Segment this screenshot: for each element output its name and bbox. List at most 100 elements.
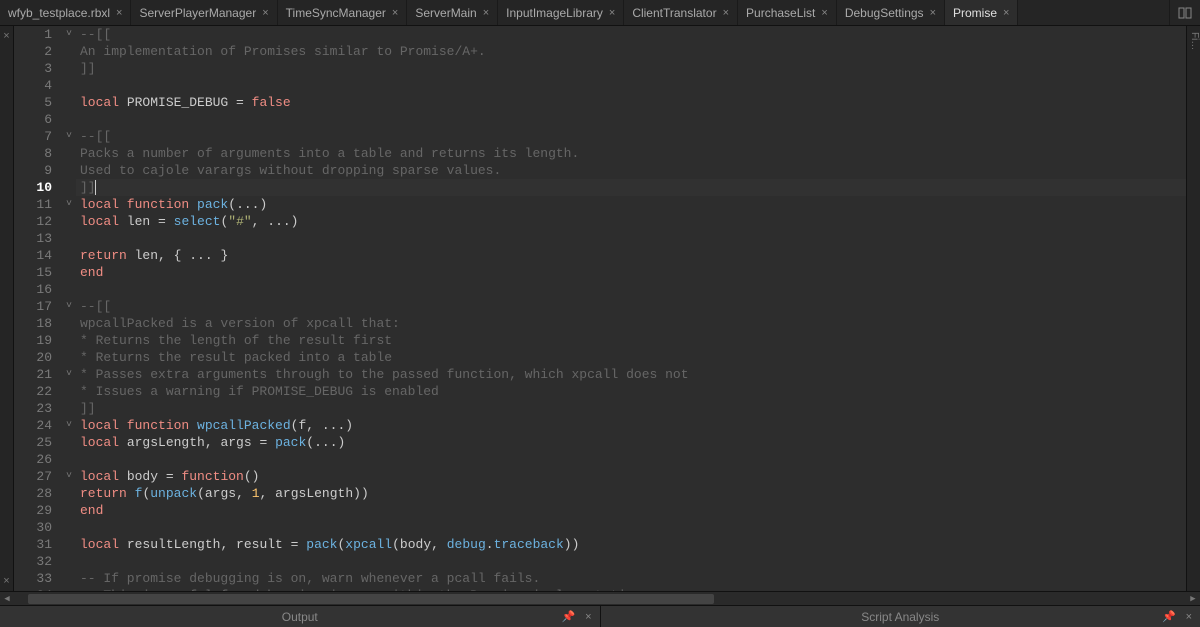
- code-text[interactable]: * Returns the result packed into a table: [76, 349, 1186, 366]
- scroll-thumb[interactable]: [28, 594, 714, 604]
- code-line[interactable]: 17˅--[[: [14, 298, 1186, 315]
- code-line[interactable]: 33 -- If promise debugging is on, warn w…: [14, 570, 1186, 587]
- tab-debugsettings[interactable]: DebugSettings×: [837, 0, 945, 25]
- code-line[interactable]: 22 * Issues a warning if PROMISE_DEBUG i…: [14, 383, 1186, 400]
- close-icon[interactable]: ×: [1003, 7, 1009, 19]
- code-area[interactable]: 1˅--[[2 An implementation of Promises si…: [14, 26, 1186, 591]
- code-text[interactable]: Packs a number of arguments into a table…: [76, 145, 1186, 162]
- code-line[interactable]: 23]]: [14, 400, 1186, 417]
- code-text[interactable]: * Issues a warning if PROMISE_DEBUG is e…: [76, 383, 1186, 400]
- horizontal-scrollbar[interactable]: ◀ ▶: [0, 591, 1200, 605]
- fold-marker[interactable]: ˅: [62, 128, 76, 145]
- code-text[interactable]: * Passes extra arguments through to the …: [76, 366, 1186, 383]
- code-text[interactable]: --[[: [76, 298, 1186, 315]
- code-line[interactable]: 26: [14, 451, 1186, 468]
- code-text[interactable]: Used to cajole varargs without dropping …: [76, 162, 1186, 179]
- code-line[interactable]: 1˅--[[: [14, 26, 1186, 43]
- code-text[interactable]: return len, { ... }: [76, 247, 1186, 264]
- code-line[interactable]: 29 end: [14, 502, 1186, 519]
- pin-icon[interactable]: 📌: [562, 610, 576, 623]
- code-line[interactable]: 16: [14, 281, 1186, 298]
- close-icon[interactable]: ×: [262, 7, 268, 19]
- right-dock-label[interactable]: Fi…: [1187, 26, 1200, 50]
- code-line[interactable]: 6: [14, 111, 1186, 128]
- code-line[interactable]: 4: [14, 77, 1186, 94]
- code-line[interactable]: 3]]: [14, 60, 1186, 77]
- code-text[interactable]: [76, 553, 1186, 570]
- fold-marker[interactable]: ˅: [62, 196, 76, 213]
- code-line[interactable]: 8 Packs a number of arguments into a tab…: [14, 145, 1186, 162]
- code-text[interactable]: [76, 519, 1186, 536]
- code-line[interactable]: 9 Used to cajole varargs without droppin…: [14, 162, 1186, 179]
- code-line[interactable]: 10]]: [14, 179, 1186, 196]
- code-line[interactable]: 32: [14, 553, 1186, 570]
- code-line[interactable]: 31 local resultLength, result = pack(xpc…: [14, 536, 1186, 553]
- code-line[interactable]: 28 return f(unpack(args, 1, argsLength)): [14, 485, 1186, 502]
- code-text[interactable]: local PROMISE_DEBUG = false: [76, 94, 1186, 111]
- tab-wfyb-testplace-rbxl[interactable]: wfyb_testplace.rbxl×: [0, 0, 131, 25]
- code-text[interactable]: local body = function(): [76, 468, 1186, 485]
- code-text[interactable]: -- If promise debugging is on, warn when…: [76, 570, 1186, 587]
- output-panel-tab[interactable]: Output 📌 ×: [0, 606, 601, 627]
- code-text[interactable]: -- This is useful for debugging issues w…: [76, 587, 1186, 591]
- close-icon[interactable]: ×: [821, 7, 827, 19]
- code-text[interactable]: ]]: [76, 60, 1186, 77]
- close-icon[interactable]: ×: [116, 7, 122, 19]
- code-line[interactable]: 20 * Returns the result packed into a ta…: [14, 349, 1186, 366]
- tab-promise[interactable]: Promise×: [945, 0, 1018, 25]
- code-line[interactable]: 14 return len, { ... }: [14, 247, 1186, 264]
- code-line[interactable]: 19 * Returns the length of the result fi…: [14, 332, 1186, 349]
- tab-inputimagelibrary[interactable]: InputImageLibrary×: [498, 0, 624, 25]
- fold-marker[interactable]: ˅: [62, 468, 76, 485]
- close-icon[interactable]: ×: [392, 7, 398, 19]
- tab-serverplayermanager[interactable]: ServerPlayerManager×: [131, 0, 277, 25]
- code-line[interactable]: 12 local len = select("#", ...): [14, 213, 1186, 230]
- code-line[interactable]: 34 -- This is useful for debugging issue…: [14, 587, 1186, 591]
- fold-marker[interactable]: ˅: [62, 366, 76, 383]
- code-line[interactable]: 24˅local function wpcallPacked(f, ...): [14, 417, 1186, 434]
- code-text[interactable]: local function wpcallPacked(f, ...): [76, 417, 1186, 434]
- code-line[interactable]: 7˅--[[: [14, 128, 1186, 145]
- scroll-left-icon[interactable]: ◀: [0, 594, 14, 604]
- scroll-track[interactable]: [28, 594, 1172, 604]
- code-text[interactable]: local resultLength, result = pack(xpcall…: [76, 536, 1186, 553]
- tab-purchaselist[interactable]: PurchaseList×: [738, 0, 837, 25]
- code-text[interactable]: local argsLength, args = pack(...): [76, 434, 1186, 451]
- code-line[interactable]: 30: [14, 519, 1186, 536]
- code-text[interactable]: --[[: [76, 26, 1186, 43]
- code-text[interactable]: wpcallPacked is a version of xpcall that…: [76, 315, 1186, 332]
- code-text[interactable]: * Returns the length of the result first: [76, 332, 1186, 349]
- code-text[interactable]: local len = select("#", ...): [76, 213, 1186, 230]
- code-text[interactable]: end: [76, 264, 1186, 281]
- code-line[interactable]: 2 An implementation of Promises similar …: [14, 43, 1186, 60]
- window-split-icon[interactable]: [1169, 0, 1200, 25]
- code-line[interactable]: 13: [14, 230, 1186, 247]
- code-text[interactable]: [76, 111, 1186, 128]
- script-analysis-panel-tab[interactable]: Script Analysis 📌 ×: [601, 606, 1200, 627]
- code-line[interactable]: 11˅local function pack(...): [14, 196, 1186, 213]
- code-line[interactable]: 15end: [14, 264, 1186, 281]
- code-text[interactable]: --[[: [76, 128, 1186, 145]
- close-icon[interactable]: ×: [930, 7, 936, 19]
- code-line[interactable]: 5local PROMISE_DEBUG = false: [14, 94, 1186, 111]
- scroll-right-icon[interactable]: ▶: [1186, 594, 1200, 604]
- code-line[interactable]: 21˅ * Passes extra arguments through to …: [14, 366, 1186, 383]
- code-text[interactable]: local function pack(...): [76, 196, 1186, 213]
- code-text[interactable]: [76, 230, 1186, 247]
- code-line[interactable]: 18 wpcallPacked is a version of xpcall t…: [14, 315, 1186, 332]
- close-icon[interactable]: ×: [609, 7, 615, 19]
- code-text[interactable]: end: [76, 502, 1186, 519]
- fold-marker[interactable]: ˅: [62, 298, 76, 315]
- code-text[interactable]: [76, 451, 1186, 468]
- tab-servermain[interactable]: ServerMain×: [407, 0, 498, 25]
- code-text[interactable]: ]]: [76, 179, 1186, 196]
- fold-marker[interactable]: ˅: [62, 26, 76, 43]
- code-line[interactable]: 25 local argsLength, args = pack(...): [14, 434, 1186, 451]
- tab-timesyncmanager[interactable]: TimeSyncManager×: [278, 0, 408, 25]
- close-icon[interactable]: ×: [483, 7, 489, 19]
- code-text[interactable]: return f(unpack(args, 1, argsLength)): [76, 485, 1186, 502]
- tab-clienttranslator[interactable]: ClientTranslator×: [624, 0, 738, 25]
- code-text[interactable]: [76, 281, 1186, 298]
- code-text[interactable]: ]]: [76, 400, 1186, 417]
- code-text[interactable]: An implementation of Promises similar to…: [76, 43, 1186, 60]
